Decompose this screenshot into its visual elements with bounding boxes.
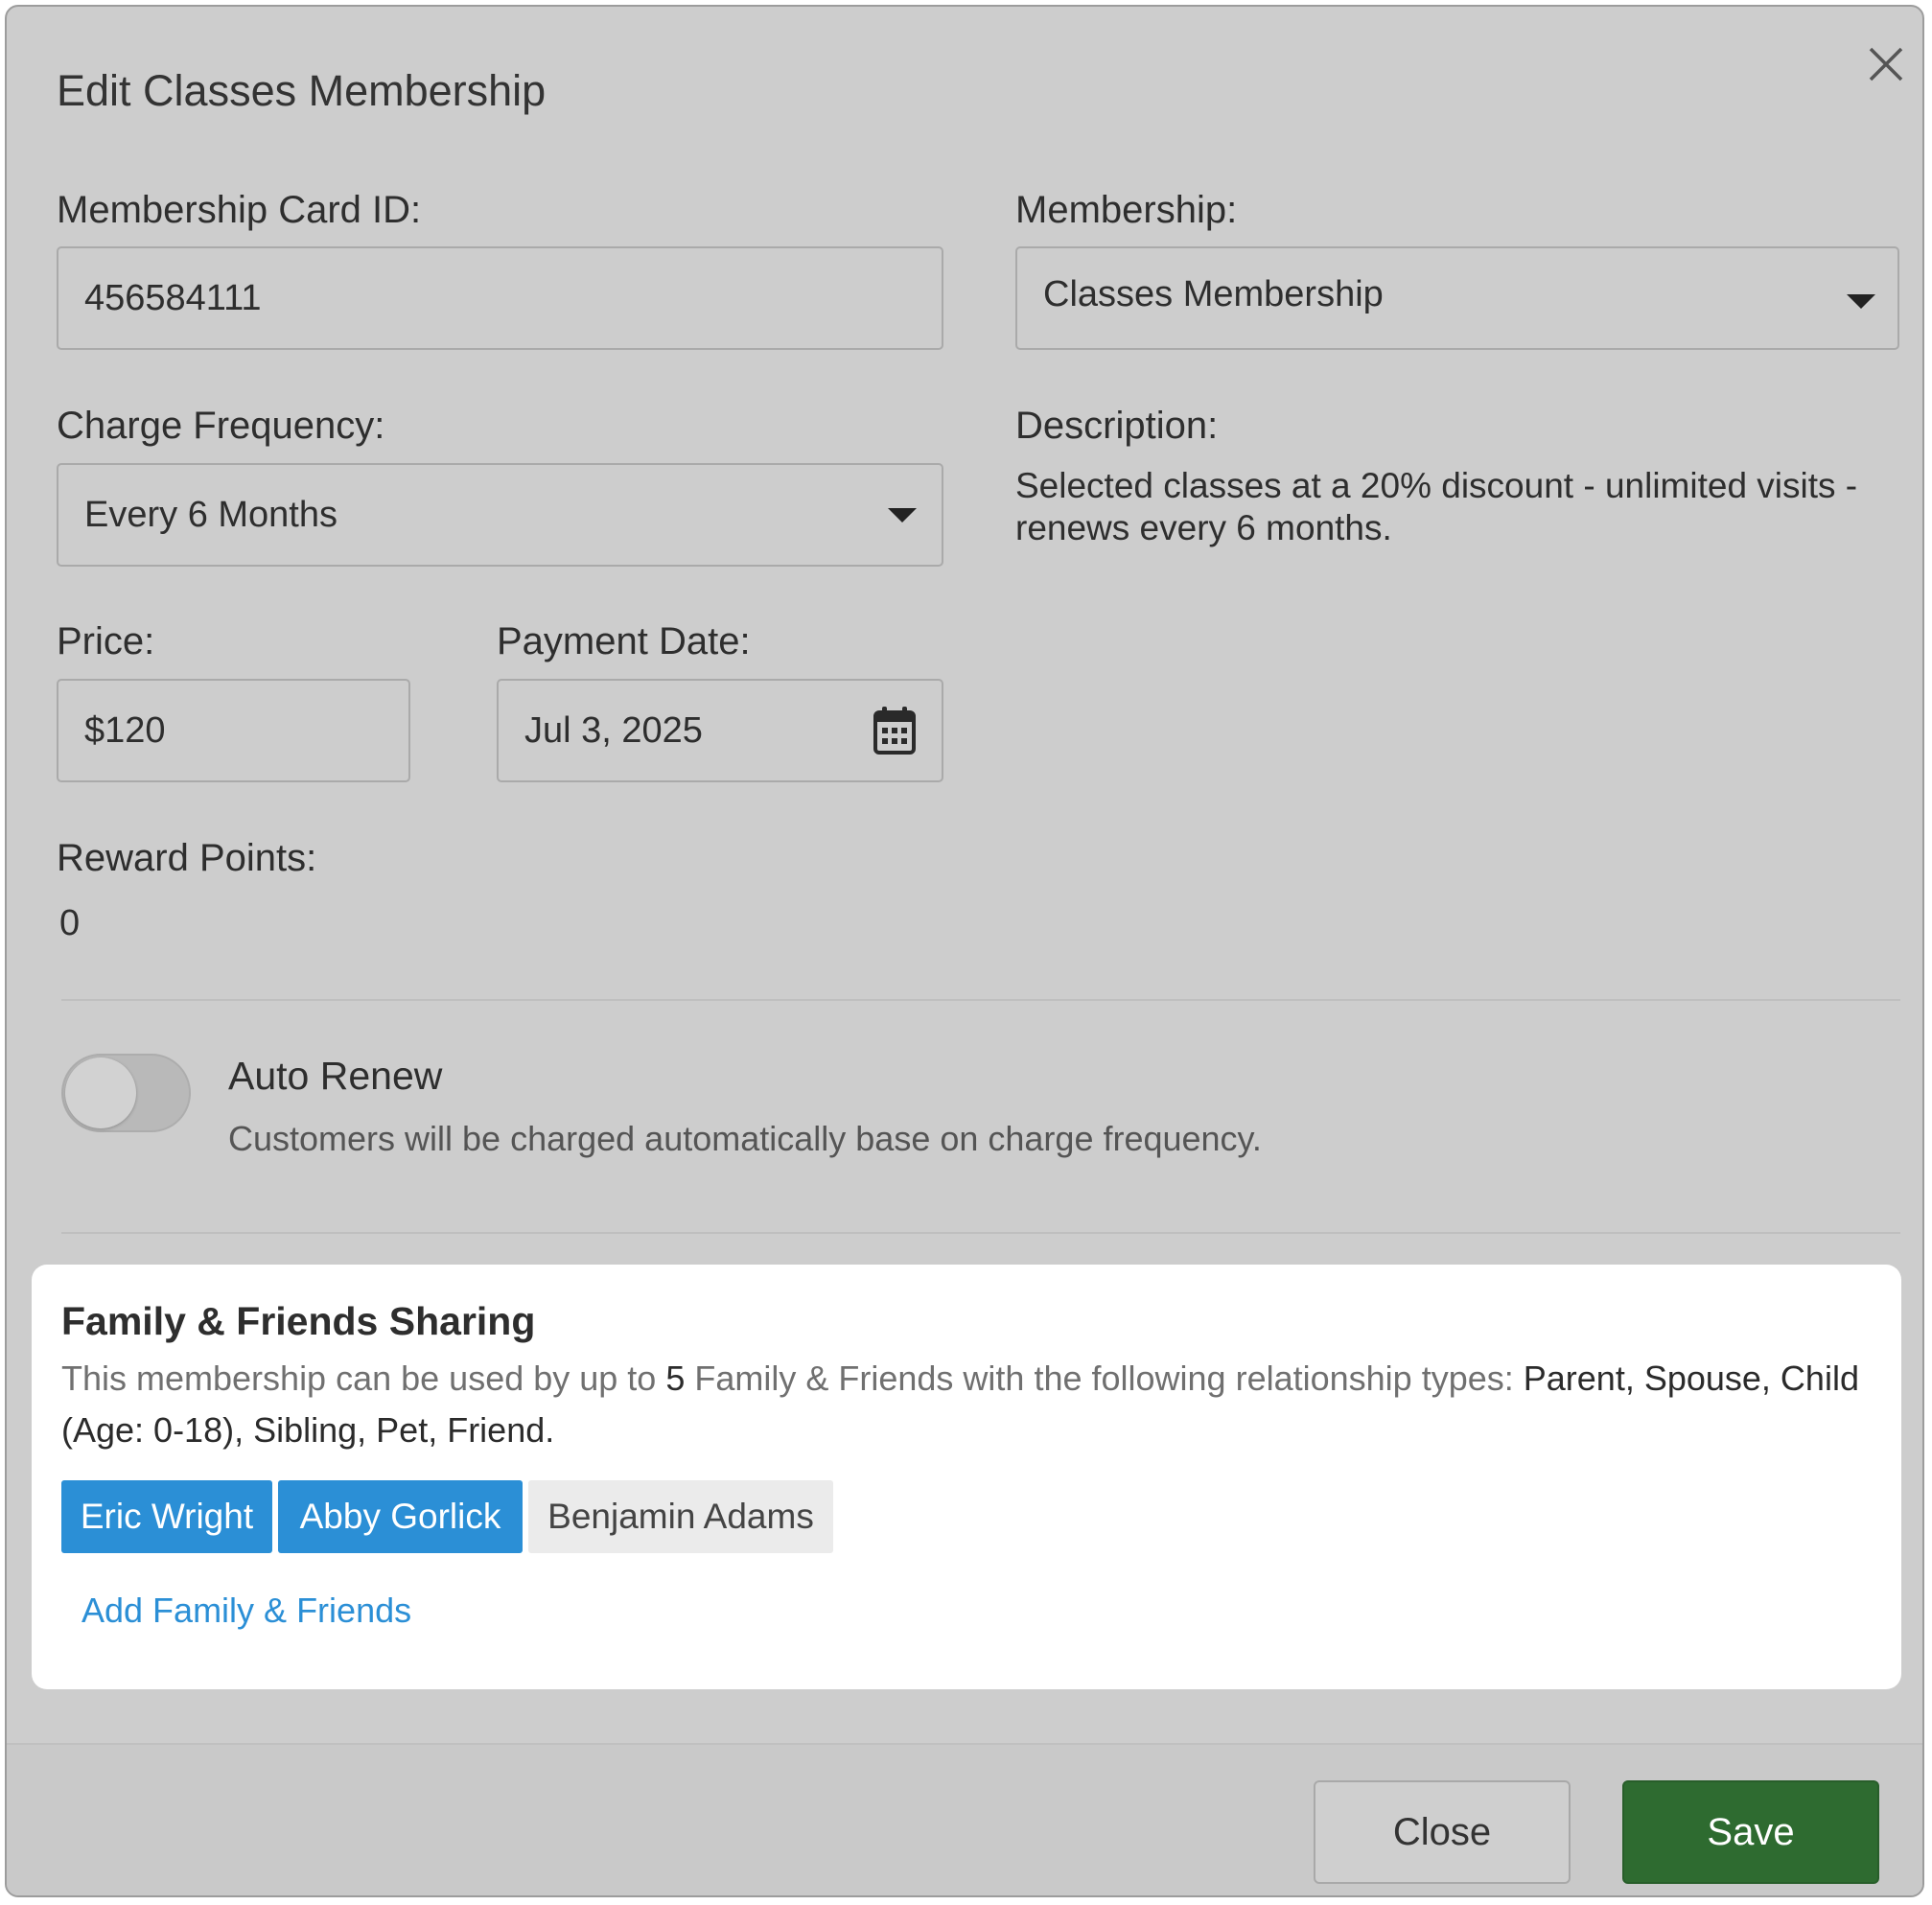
close-icon[interactable] [1865,43,1907,85]
payment-date-label: Payment Date: [497,620,751,662]
save-button-label: Save [1707,1810,1795,1853]
card-id-input[interactable]: 456584111 [57,246,943,350]
close-button[interactable]: Close [1314,1780,1571,1884]
description-text: Selected classes at a 20% discount - unl… [1015,466,1858,547]
reward-points-label: Reward Points: [57,837,317,879]
dialog-title: Edit Classes Membership [57,66,547,115]
divider [61,1232,1900,1234]
membership-label: Membership: [1015,189,1238,231]
auto-renew-toggle[interactable] [61,1054,191,1132]
add-family-friends-link[interactable]: Add Family & Friends [81,1591,411,1631]
frequency-value: Every 6 Months [84,494,338,535]
edit-membership-dialog: Edit Classes Membership Membership Card … [5,5,1924,1897]
description-label: Description: [1015,405,1219,447]
sharing-description: This membership can be used by up to 5 F… [61,1353,1864,1456]
frequency-label: Charge Frequency: [57,405,385,447]
sharing-title: Family & Friends Sharing [61,1299,536,1343]
member-chip-label: Benjamin Adams [547,1497,814,1536]
payment-date-input[interactable]: Jul 3, 2025 [497,679,943,782]
member-chip-abby-gorlick[interactable]: Abby Gorlick [278,1480,523,1553]
member-chip-label: Abby Gorlick [299,1497,501,1536]
sharing-text-prefix: This membership can be used by up to [61,1359,666,1398]
dialog-footer: Close Save [7,1743,1922,1895]
card-id-value: 456584111 [84,277,262,318]
sharing-text-middle: Family & Friends with the following rela… [685,1359,1524,1398]
membership-select[interactable]: Classes Membership [1015,246,1899,350]
chevron-down-icon [888,508,917,523]
calendar-icon[interactable] [873,706,917,755]
payment-date-value: Jul 3, 2025 [524,709,703,751]
membership-value: Classes Membership [1043,273,1384,314]
family-friends-panel: Family & Friends Sharing This membership… [32,1265,1901,1689]
toggle-knob [65,1057,136,1128]
member-chip-label: Eric Wright [80,1497,254,1536]
price-input[interactable]: $120 [57,679,410,782]
close-button-label: Close [1392,1810,1492,1853]
price-value: $120 [84,709,166,751]
frequency-select[interactable]: Every 6 Months [57,463,943,567]
auto-renew-help: Customers will be charged automatically … [228,1119,1262,1158]
member-chip-eric-wright[interactable]: Eric Wright [61,1480,272,1553]
chevron-down-icon [1847,294,1875,309]
member-chip-benjamin-adams[interactable]: Benjamin Adams [528,1480,833,1553]
auto-renew-title: Auto Renew [228,1054,443,1098]
save-button[interactable]: Save [1622,1780,1879,1884]
sharing-limit: 5 [665,1359,686,1398]
reward-points-value: 0 [59,903,81,943]
divider [61,999,1900,1001]
price-label: Price: [57,620,155,662]
card-id-label: Membership Card ID: [57,189,422,231]
